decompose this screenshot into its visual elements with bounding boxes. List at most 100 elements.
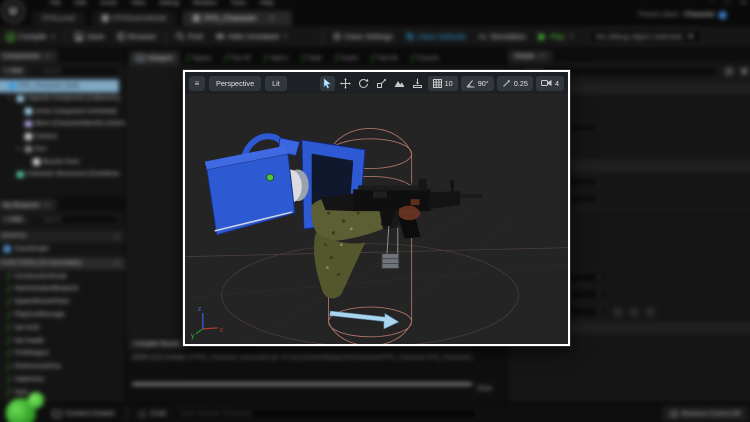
- cursor-highlight-blob: [4, 392, 45, 422]
- tab-heal[interactable]: ƒ Heal: [295, 51, 328, 65]
- browser-button[interactable]: Browser: [110, 26, 162, 47]
- expander-icon[interactable]: ▾: [17, 146, 22, 152]
- add-graph-icon[interactable]: ＋: [114, 232, 120, 241]
- menu-item-help[interactable]: Help: [260, 0, 274, 7]
- component-row-camera[interactable]: Camera: [0, 130, 125, 143]
- viewport-menu-icon[interactable]: ≡: [189, 75, 205, 91]
- viewport-3d-scene[interactable]: y x z: [185, 94, 568, 344]
- details-tab[interactable]: Details ✕: [507, 50, 553, 63]
- menu-item-file[interactable]: File: [50, 0, 61, 7]
- perspective-button[interactable]: Perspective: [209, 75, 262, 91]
- function-row-playgunmessage[interactable]: ƒ PlayGunMessage: [0, 308, 125, 321]
- menu-item-asset[interactable]: Asset: [100, 0, 116, 7]
- surface-snapping-icon[interactable]: [410, 76, 425, 91]
- dropdown-action-icon[interactable]: [629, 306, 640, 317]
- graphs-section-header[interactable]: GRAPHS ＋: [0, 230, 126, 243]
- find-button[interactable]: Find: [170, 26, 209, 47]
- debug-object-dropdown[interactable]: No debug object selected ▼: [588, 28, 703, 45]
- add-blueprint-item-button[interactable]: + Add: [0, 215, 27, 225]
- class-defaults-button[interactable]: Class Defaults: [399, 26, 472, 47]
- close-icon[interactable]: ✕: [269, 14, 275, 22]
- tab-crouch[interactable]: ƒ Crouch: [405, 51, 446, 65]
- clear-log-button[interactable]: Clear: [477, 385, 493, 392]
- compiler-results-tab[interactable]: Compiler Results: [128, 338, 187, 350]
- camera-speed-control[interactable]: 4: [535, 75, 564, 91]
- component-row-muzzle-point[interactable]: Muzzle Point: [0, 155, 125, 168]
- document-tab-fpsgamemode[interactable]: FPSGameMode: [91, 10, 177, 26]
- component-row-arrow-component-inherited[interactable]: Arrow Component (Inherited): [0, 105, 125, 118]
- revision-control-button[interactable]: Revision Control Off: [662, 406, 749, 422]
- add-function-icon[interactable]: ＋: [114, 259, 120, 268]
- components-search-input[interactable]: [42, 67, 116, 74]
- parent-class-value[interactable]: Character: [684, 12, 715, 19]
- my-blueprint-tab[interactable]: My Blueprint ✕: [0, 198, 57, 211]
- lit-mode-button[interactable]: Lit: [265, 75, 287, 91]
- rotate-tool-icon[interactable]: [356, 76, 371, 91]
- close-button[interactable]: ✕: [740, 0, 746, 7]
- cmd-button[interactable]: Cmd: [130, 409, 173, 418]
- tab-viewport[interactable]: Viewport: [129, 51, 180, 66]
- dropdown-action-icon[interactable]: [612, 306, 623, 317]
- search-icon: ⌕: [35, 67, 40, 74]
- content-drawer-button[interactable]: Content Drawer: [44, 410, 123, 418]
- simulation-button[interactable]: Simulation: [472, 26, 532, 47]
- menu-item-tools[interactable]: Tools: [231, 0, 246, 7]
- console-command-input[interactable]: [179, 410, 471, 418]
- function-row-spawnmuzzleflash[interactable]: ƒ SpawnMuzzleFlash: [0, 295, 125, 308]
- menu-item-debug[interactable]: Debug: [159, 0, 178, 7]
- details-filter-button[interactable]: [738, 65, 750, 77]
- document-tab-fps-character[interactable]: FPS_Character ✕: [183, 10, 293, 26]
- component-row-fps-character-self[interactable]: FPS_Character (Self): [0, 79, 119, 93]
- components-tab[interactable]: Components ✕: [0, 50, 58, 63]
- function-row-fireweapon[interactable]: ƒ FireWeapon: [0, 347, 125, 360]
- world-local-space-icon[interactable]: [392, 76, 407, 91]
- minimize-button[interactable]: –: [710, 0, 714, 7]
- close-icon[interactable]: ✕: [44, 201, 49, 208]
- component-row-capsule-component-collisioncy[interactable]: ▾ Capsule Component (CollisionCy: [0, 92, 125, 105]
- tab-space[interactable]: ƒ Space: [180, 51, 218, 65]
- maximize-button[interactable]: □: [725, 0, 729, 7]
- save-button[interactable]: Save: [69, 26, 111, 47]
- graph-row-eventgraph[interactable]: EventGraph: [0, 242, 125, 255]
- dropdown-action-icon[interactable]: [645, 306, 656, 317]
- tab-fire-w[interactable]: ƒ Fire W: [218, 51, 257, 65]
- menu-item-window[interactable]: Window: [193, 0, 216, 7]
- grid-snap-control[interactable]: 10: [427, 75, 458, 91]
- details-settings-button[interactable]: [723, 65, 735, 77]
- save-icon: [75, 32, 84, 41]
- tab-event[interactable]: ƒ Event: [328, 51, 365, 65]
- menu-item-edit[interactable]: Edit: [75, 0, 86, 7]
- axis-z-label: z: [198, 306, 202, 313]
- document-tab-fpslevel[interactable]: FPSLevel: [31, 10, 86, 26]
- close-icon[interactable]: ✕: [45, 53, 50, 60]
- close-icon[interactable]: ✕: [540, 53, 545, 60]
- compiler-log-line: [0549.112] Compile of FPS_Character succ…: [132, 353, 473, 361]
- add-component-button[interactable]: + Add: [0, 66, 27, 76]
- component-row-character-movement-charmove[interactable]: Character Movement (CharMove: [0, 168, 125, 181]
- select-tool-icon[interactable]: [319, 75, 335, 91]
- play-button[interactable]: Play ▼: [532, 26, 580, 47]
- scale-snap-control[interactable]: 0.25: [496, 75, 533, 91]
- tab-add-a[interactable]: ƒ Add A: [258, 51, 295, 65]
- expander-icon[interactable]: ▾: [9, 95, 14, 101]
- function-label: PlayGunMessage: [14, 311, 65, 319]
- unreal-logo-icon[interactable]: U: [1, 0, 25, 23]
- tab-set-hit[interactable]: ƒ Set Hit: [365, 51, 405, 65]
- move-tool-icon[interactable]: [338, 76, 353, 91]
- function-row-set-health[interactable]: ƒ Set Health: [0, 334, 125, 347]
- component-row-gun[interactable]: ▾ Gun: [0, 143, 125, 156]
- component-row-mesh-charactermesh0-inherit[interactable]: Mesh (CharacterMesh0) (Inherit: [0, 117, 125, 130]
- rotation-snap-control[interactable]: 90°: [460, 75, 494, 91]
- function-row-set-hud[interactable]: ƒ Set HUD: [0, 321, 125, 334]
- menu-item-view[interactable]: View: [131, 0, 145, 7]
- class-settings-button[interactable]: Class Settings: [326, 26, 399, 47]
- function-row-constructionscript[interactable]: ƒ ConstructionScript: [0, 269, 125, 282]
- my-blueprint-search-input[interactable]: [42, 216, 116, 223]
- compile-button[interactable]: Compile ▼: [0, 26, 62, 47]
- scale-tool-icon[interactable]: [374, 76, 389, 91]
- function-row-getanimationblueprint[interactable]: ƒ GetAnimationBlueprint: [0, 282, 125, 295]
- hide-unrelated-button[interactable]: Hide Unrelated ▼: [209, 26, 294, 47]
- functions-section-header[interactable]: FUNCTIONS (20 Overridable) ＋: [0, 257, 126, 270]
- function-row-addammo[interactable]: ƒ AddAmmo: [0, 373, 125, 386]
- function-row-performautofire[interactable]: ƒ PerformAutoFire: [0, 360, 125, 373]
